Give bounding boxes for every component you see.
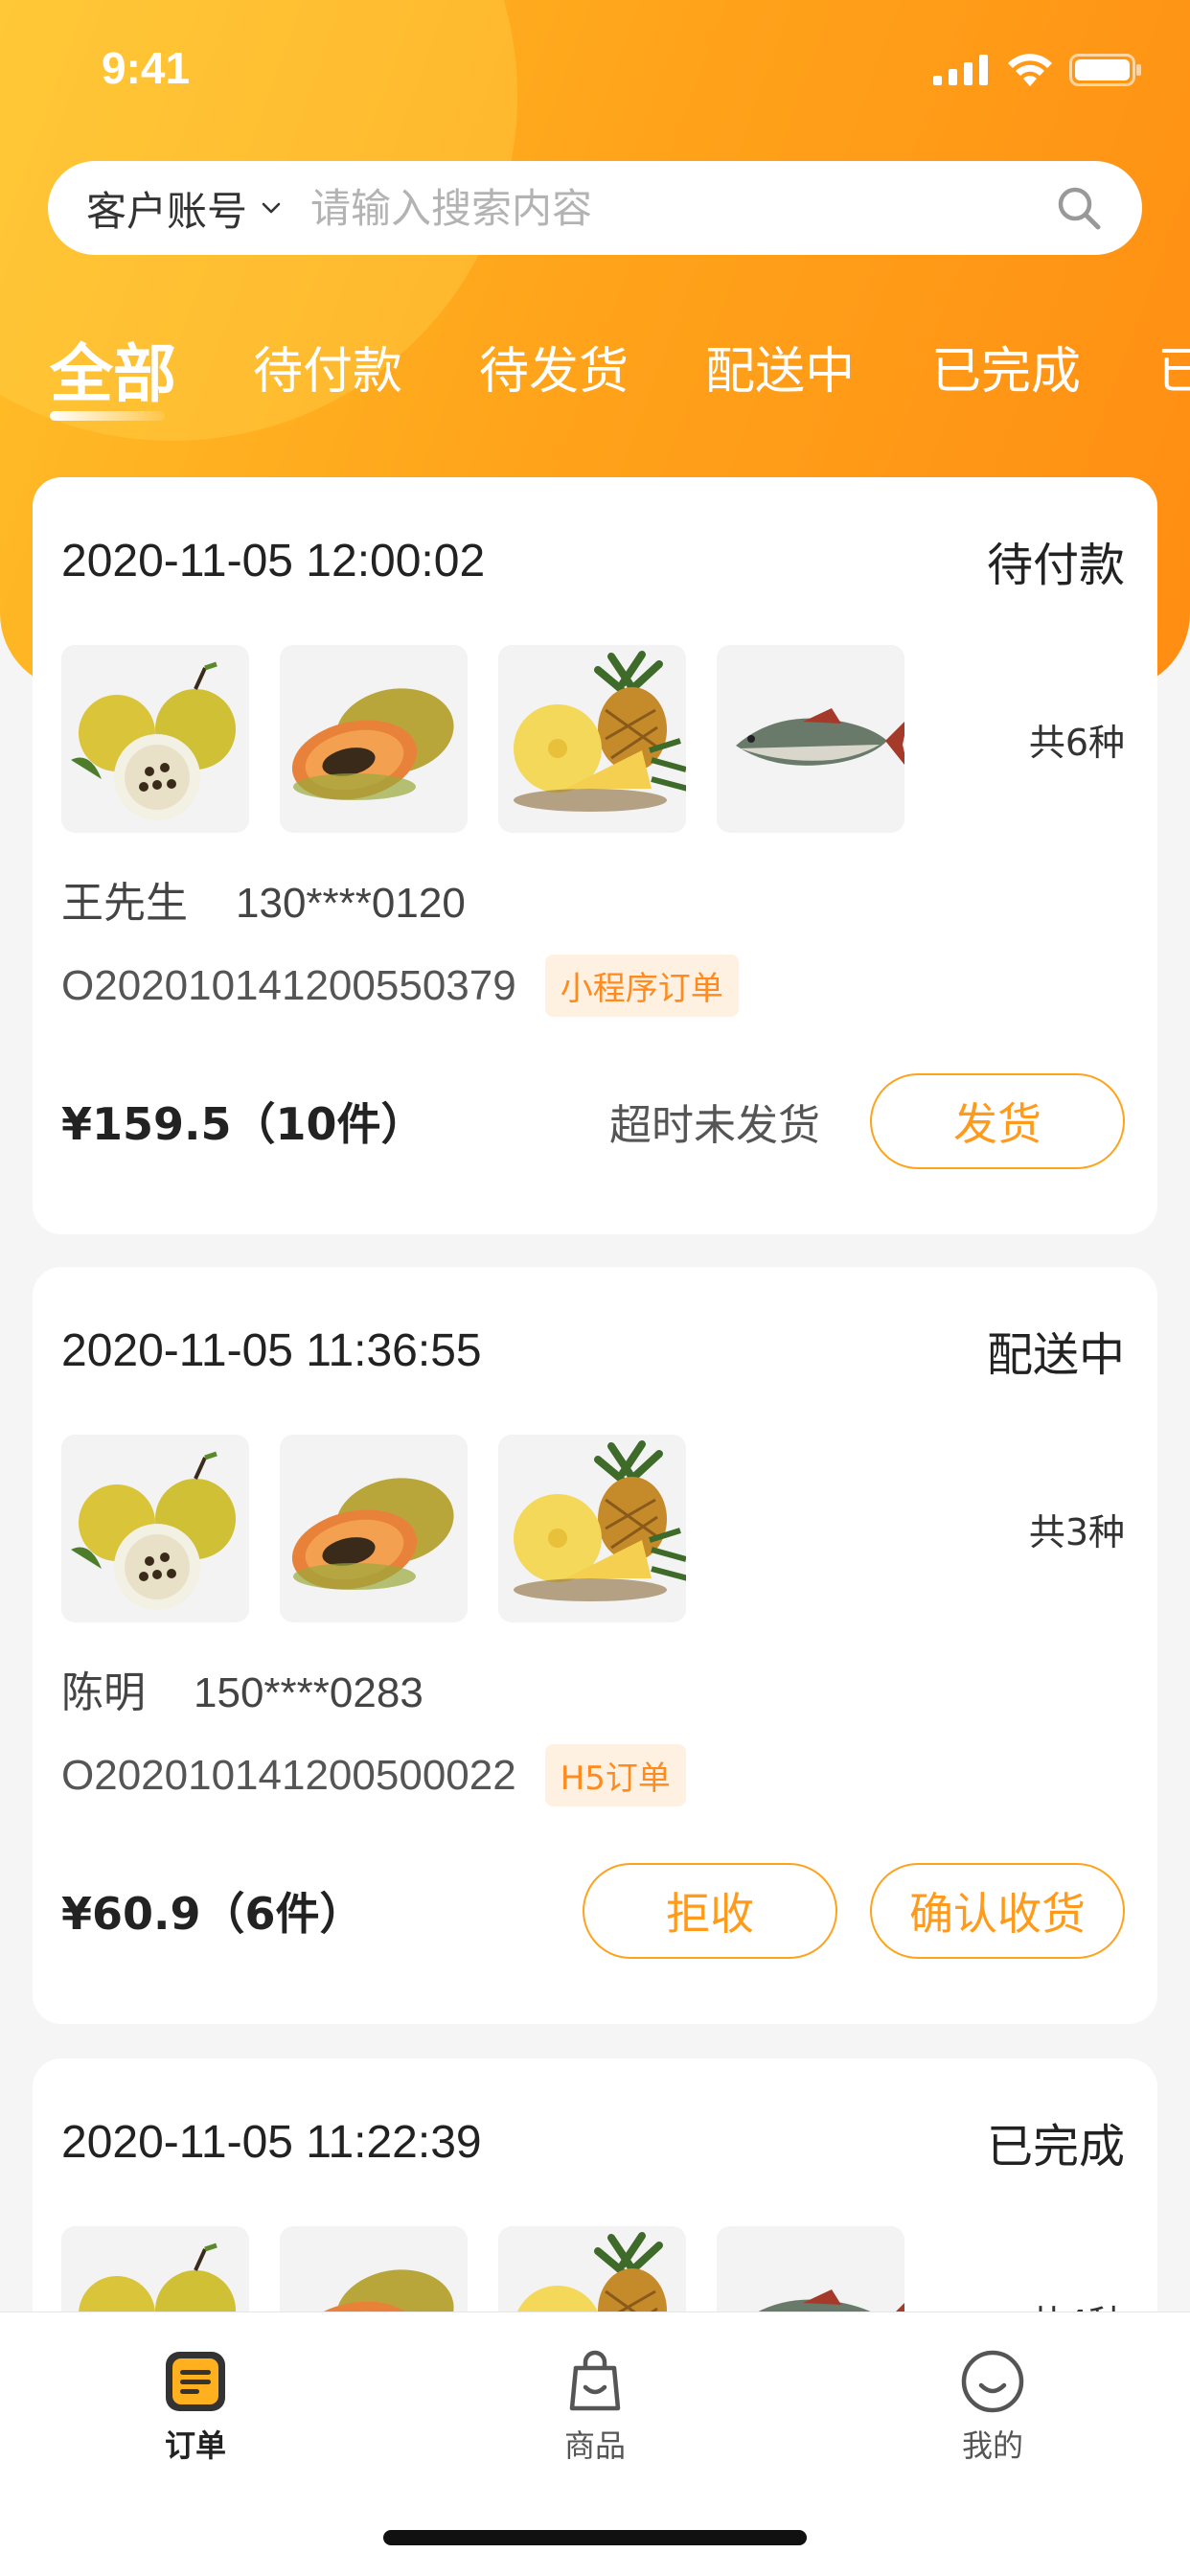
customer-name: 王先生 <box>61 879 188 928</box>
order-number: O202010141200550379 <box>61 961 516 1009</box>
product-thumb-pineapple <box>498 645 686 833</box>
order-source-badge: H5订单 <box>544 1744 686 1806</box>
tab-pending-payment[interactable]: 待付款 <box>253 331 402 436</box>
nav-me[interactable]: 我的 <box>897 2349 1088 2466</box>
order-price: ¥159.5（10件） <box>61 1098 425 1150</box>
product-thumb-papaya <box>280 1435 468 1622</box>
order-time: 2020-11-05 12:00:02 <box>61 535 486 586</box>
order-price: ¥60.9（6件） <box>61 1888 364 1940</box>
overdue-note: 超时未发货 <box>609 1101 820 1150</box>
nav-orders[interactable]: 订单 <box>100 2349 291 2466</box>
order-icon <box>166 2352 225 2411</box>
customer-info: 王先生 130****0120 <box>61 868 466 930</box>
nav-products-label: 商品 <box>563 2427 626 2464</box>
search-scope-label: 客户账号 <box>86 187 248 235</box>
product-thumb-passion-fruit <box>61 1435 249 1622</box>
order-time: 2020-11-05 11:36:55 <box>61 1324 482 1376</box>
reject-button[interactable]: 拒收 <box>583 1863 837 1959</box>
cellular-signal-icon <box>933 55 988 85</box>
product-count: 共6种 <box>1028 721 1125 764</box>
order-source-badge: 小程序订单 <box>544 954 739 1017</box>
battery-icon <box>1069 54 1141 86</box>
home-indicator <box>383 2530 807 2545</box>
product-count: 共3种 <box>1028 1510 1125 1553</box>
nav-products[interactable]: 商品 <box>499 2349 691 2466</box>
product-thumb-papaya <box>280 645 468 833</box>
status-time: 9:41 <box>102 43 191 93</box>
search-icon[interactable] <box>1054 183 1104 233</box>
customer-info: 陈明 150****0283 <box>61 1658 423 1719</box>
order-time: 2020-11-05 11:22:39 <box>61 2116 482 2168</box>
customer-name: 陈明 <box>61 1668 146 1717</box>
product-thumbnails: 共3种 <box>61 1435 1125 1622</box>
order-card[interactable]: 2020-11-05 12:00:02 待付款 共6种 王先生 130****0… <box>33 477 1157 1234</box>
tab-pending-shipment[interactable]: 待发货 <box>479 331 629 436</box>
nav-orders-label: 订单 <box>164 2427 226 2464</box>
tab-all[interactable]: 全部 <box>50 331 176 436</box>
active-tab-indicator <box>50 411 165 421</box>
tab-completed[interactable]: 已完成 <box>931 331 1081 436</box>
tab-delivering[interactable]: 配送中 <box>705 331 855 436</box>
product-thumbnails: 共6种 <box>61 645 1125 833</box>
customer-phone: 150****0283 <box>194 1669 423 1716</box>
order-card[interactable]: 2020-11-05 11:36:55 配送中 共3种 陈明 150****02… <box>33 1267 1157 2024</box>
order-status: 配送中 <box>986 1328 1125 1382</box>
bag-icon <box>569 2350 621 2411</box>
chevron-down-icon <box>262 202 281 214</box>
product-thumb-passion-fruit <box>61 645 249 833</box>
search-scope-dropdown[interactable]: 客户账号 <box>86 179 282 238</box>
tab-partial[interactable]: 已 <box>1157 331 1190 436</box>
search-bar: 客户账号 <box>48 161 1142 255</box>
status-bar: 9:41 <box>0 0 1190 144</box>
confirm-receipt-button[interactable]: 确认收货 <box>870 1863 1125 1959</box>
product-thumb-fish <box>717 645 904 833</box>
wifi-icon <box>1008 54 1052 86</box>
product-thumb-pineapple <box>498 1435 686 1622</box>
order-status: 已完成 <box>986 2120 1125 2174</box>
search-input[interactable] <box>310 184 1054 232</box>
customer-phone: 130****0120 <box>236 880 466 927</box>
status-tabs: 全部 待付款 待发货 配送中 已完成 已 <box>50 331 1190 436</box>
smile-icon <box>961 2350 1024 2413</box>
ship-button[interactable]: 发货 <box>870 1073 1125 1169</box>
nav-me-label: 我的 <box>961 2427 1023 2464</box>
order-status: 待付款 <box>986 539 1125 592</box>
order-number: O202010141200500022 <box>61 1751 516 1799</box>
